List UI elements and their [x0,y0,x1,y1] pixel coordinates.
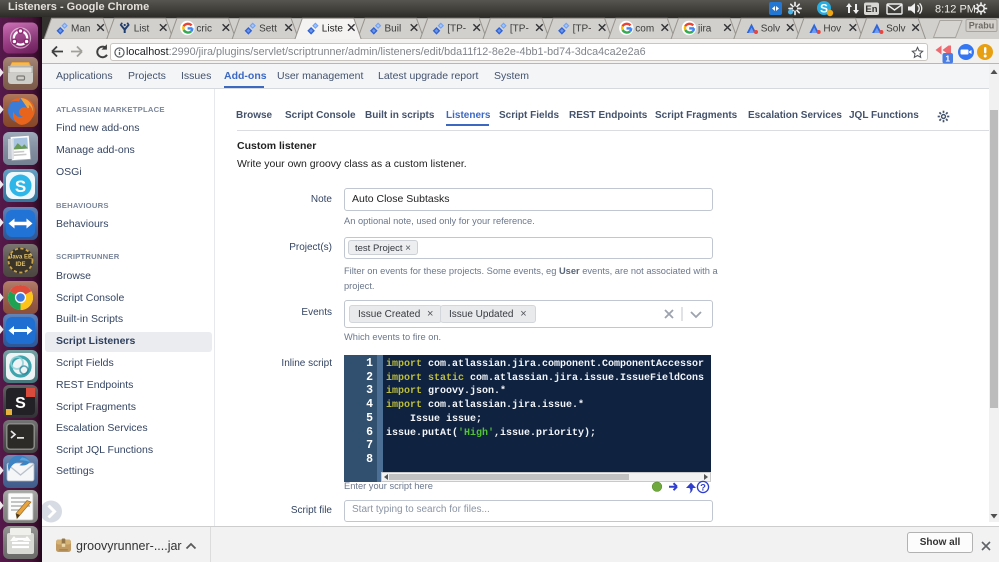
svg-text:IDE: IDE [15,262,25,268]
svg-text:Hov: Hov [823,24,841,35]
svg-text:Sett: Sett [259,24,277,35]
svg-text:En: En [865,4,877,15]
svg-text:Solv: Solv [886,24,905,35]
svg-text:Buil: Buil [385,24,402,35]
svg-text:S: S [15,177,26,196]
svg-text:S: S [15,395,26,412]
svg-text:jira: jira [697,24,712,35]
svg-text:[TP-: [TP- [573,24,592,35]
svg-text:com: com [635,24,654,35]
svg-text:Solv: Solv [761,24,780,35]
svg-text:[TP-: [TP- [510,24,529,35]
svg-text:Liste: Liste [322,24,344,35]
svg-text:Prabu: Prabu [969,21,995,31]
svg-text:Man: Man [71,24,90,35]
svg-text:[TP-: [TP- [447,24,466,35]
svg-text:cric: cric [196,24,212,35]
svg-text:?: ? [700,482,706,493]
svg-text:S: S [820,2,828,16]
svg-text:Java EE: Java EE [9,255,32,261]
svg-text:8:12 PM: 8:12 PM [935,4,976,16]
svg-text:1: 1 [945,53,950,63]
svg-text:List: List [134,24,150,35]
